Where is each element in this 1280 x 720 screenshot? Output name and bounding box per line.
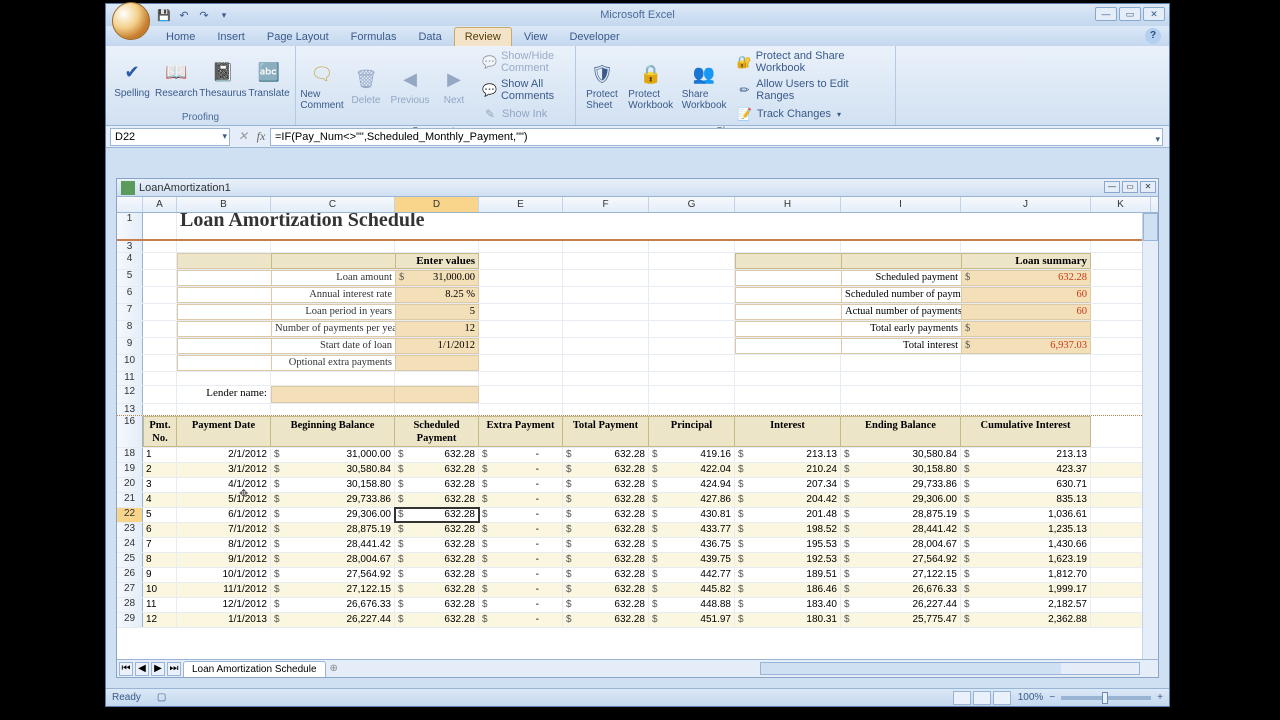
app-title: Microsoft Excel: [600, 9, 675, 21]
delete-icon: 🗑: [353, 67, 379, 93]
tab-nav-next[interactable]: ▶: [151, 662, 165, 676]
vertical-scrollbar[interactable]: [1142, 213, 1158, 659]
qat-customize-icon[interactable]: ▾: [216, 7, 232, 23]
share-workbook-icon: 👥: [691, 61, 717, 87]
help-icon[interactable]: ?: [1145, 28, 1161, 44]
tab-insert[interactable]: Insert: [207, 28, 255, 46]
zoom-slider[interactable]: [1061, 696, 1151, 700]
protect-share-icon: 🔐: [737, 54, 752, 70]
protect-workbook-button[interactable]: 🔒Protect Workbook: [626, 59, 675, 113]
workbook-titlebar[interactable]: LoanAmortization1 — ▭ ✕: [117, 179, 1158, 197]
formula-bar-row: D22 ✕ fx =IF(Pay_Num<>"",Scheduled_Month…: [106, 126, 1169, 148]
wb-minimize-button[interactable]: —: [1104, 181, 1120, 193]
spelling-button[interactable]: ✔Spelling: [112, 58, 152, 101]
view-normal-button[interactable]: [953, 691, 971, 705]
ink-icon: ✎: [482, 106, 498, 122]
protect-sheet-button[interactable]: 🛡Protect Sheet: [582, 59, 622, 113]
view-pagebreak-button[interactable]: [993, 691, 1011, 705]
show-ink-button[interactable]: ✎Show Ink: [478, 104, 569, 124]
show-hide-comment-button[interactable]: 💬Show/Hide Comment: [478, 48, 569, 76]
allow-icon: ✏: [737, 82, 752, 98]
sheet-tab[interactable]: Loan Amortization Schedule: [183, 661, 326, 677]
redo-icon[interactable]: ↷: [196, 7, 212, 23]
tab-data[interactable]: Data: [408, 28, 451, 46]
workbook-icon: [121, 181, 135, 195]
spelling-icon: ✔: [119, 60, 145, 86]
name-box[interactable]: D22: [110, 128, 230, 146]
macro-record-icon[interactable]: ▢: [157, 692, 166, 703]
translate-icon: 🔤: [256, 60, 282, 86]
undo-icon[interactable]: ↶: [176, 7, 192, 23]
sheet-area: ABCD EFGH IJK 1Loan Amortization Schedul…: [117, 197, 1158, 659]
next-icon: ▶: [441, 67, 467, 93]
minimize-button[interactable]: —: [1095, 7, 1117, 21]
zoom-in-button[interactable]: +: [1157, 692, 1163, 703]
new-comment-button[interactable]: 🗨New Comment: [302, 59, 342, 113]
titlebar: 💾 ↶ ↷ ▾ Microsoft Excel — ▭ ✕: [106, 4, 1169, 26]
new-comment-icon: 🗨: [309, 61, 335, 87]
tab-developer[interactable]: Developer: [559, 28, 629, 46]
maximize-button[interactable]: ▭: [1119, 7, 1141, 21]
cancel-icon[interactable]: ✕: [234, 128, 252, 146]
tab-nav-last[interactable]: ⏭: [167, 662, 181, 676]
tab-formulas[interactable]: Formulas: [341, 28, 407, 46]
translate-button[interactable]: 🔤Translate: [249, 58, 289, 101]
status-bar: Ready ▢ 100% − +: [106, 688, 1169, 706]
office-button[interactable]: [112, 2, 150, 40]
wb-maximize-button[interactable]: ▭: [1122, 181, 1138, 193]
allow-edit-ranges-button[interactable]: ✏Allow Users to Edit Ranges: [733, 76, 889, 104]
wb-close-button[interactable]: ✕: [1140, 181, 1156, 193]
status-ready: Ready: [112, 692, 141, 703]
group-proofing-label: Proofing: [106, 112, 295, 125]
showall-icon: 💬: [482, 82, 497, 98]
zoom-level[interactable]: 100%: [1018, 692, 1044, 703]
track-icon: 📝: [737, 106, 753, 122]
insert-sheet-icon[interactable]: ⊕: [330, 663, 338, 674]
select-all-button[interactable]: [117, 197, 143, 212]
column-headers[interactable]: ABCD EFGH IJK: [117, 197, 1158, 213]
save-icon[interactable]: 💾: [156, 7, 172, 23]
show-all-comments-button[interactable]: 💬Show All Comments: [478, 76, 569, 104]
thesaurus-button[interactable]: 📓Thesaurus: [201, 58, 245, 101]
protect-sheet-icon: 🛡: [589, 61, 615, 87]
client-area: LoanAmortization1 — ▭ ✕ ABCD EFGH IJK 1L…: [106, 148, 1169, 688]
ribbon: ✔Spelling 📖Research 📓Thesaurus 🔤Translat…: [106, 46, 1169, 126]
protect-share-button[interactable]: 🔐Protect and Share Workbook: [733, 48, 889, 76]
research-button[interactable]: 📖Research: [156, 58, 197, 101]
tab-review[interactable]: Review: [454, 27, 512, 46]
thesaurus-icon: 📓: [210, 60, 236, 86]
tab-home[interactable]: Home: [156, 28, 205, 46]
delete-comment-button[interactable]: 🗑Delete: [346, 65, 386, 108]
workbook-window: LoanAmortization1 — ▭ ✕ ABCD EFGH IJK 1L…: [116, 178, 1159, 678]
excel-window: 💾 ↶ ↷ ▾ Microsoft Excel — ▭ ✕ Home Inser…: [105, 3, 1170, 707]
protect-workbook-icon: 🔒: [638, 61, 664, 87]
tab-nav-prev[interactable]: ◀: [135, 662, 149, 676]
view-layout-button[interactable]: [973, 691, 991, 705]
ribbon-tabs: Home Insert Page Layout Formulas Data Re…: [106, 26, 1169, 46]
previous-comment-button[interactable]: ◀Previous: [390, 65, 430, 108]
track-changes-button[interactable]: 📝Track Changes▾: [733, 104, 889, 124]
showhide-icon: 💬: [482, 54, 497, 70]
workbook-name: LoanAmortization1: [139, 182, 231, 194]
fx-icon[interactable]: fx: [252, 128, 270, 146]
previous-icon: ◀: [397, 67, 423, 93]
formula-bar[interactable]: =IF(Pay_Num<>"",Scheduled_Monthly_Paymen…: [270, 128, 1163, 146]
grid[interactable]: 1Loan Amortization Schedule34Enter value…: [117, 213, 1158, 628]
quick-access-toolbar: 💾 ↶ ↷ ▾: [156, 7, 232, 23]
research-icon: 📖: [163, 60, 189, 86]
close-button[interactable]: ✕: [1143, 7, 1165, 21]
sheet-tabs-bar: ⏮ ◀ ▶ ⏭ Loan Amortization Schedule ⊕: [117, 659, 1158, 677]
next-comment-button[interactable]: ▶Next: [434, 65, 474, 108]
tab-nav-first[interactable]: ⏮: [119, 662, 133, 676]
zoom-out-button[interactable]: −: [1049, 692, 1055, 703]
share-workbook-button[interactable]: 👥Share Workbook: [679, 59, 728, 113]
horizontal-scrollbar[interactable]: [760, 662, 1140, 675]
tab-page-layout[interactable]: Page Layout: [257, 28, 339, 46]
tab-view[interactable]: View: [514, 28, 558, 46]
